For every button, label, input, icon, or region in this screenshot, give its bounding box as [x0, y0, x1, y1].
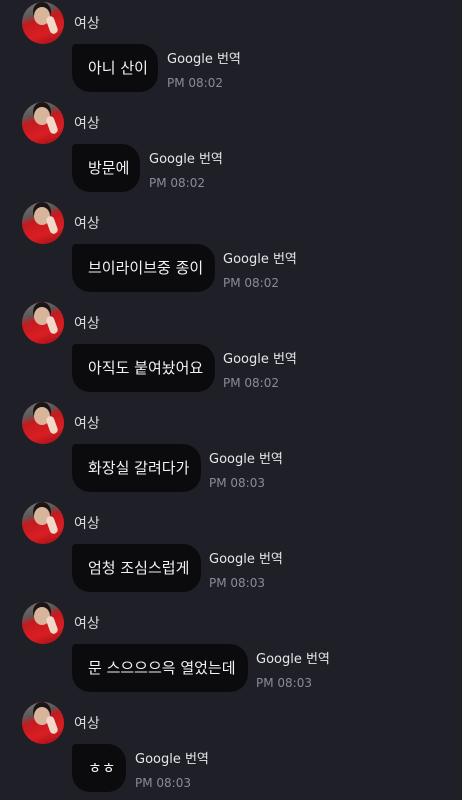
message-bubble[interactable]: ㅎㅎ [72, 744, 126, 792]
message-bubble[interactable]: 방문에 [72, 144, 140, 192]
google-translate-link[interactable]: Google 번역 [223, 248, 297, 267]
avatar[interactable] [22, 202, 64, 244]
sender-name: 여상 [74, 216, 100, 232]
message-bubble[interactable]: 문 스으으으윽 열었는데 [72, 644, 248, 692]
message-item: 여상 ㅎㅎ Google 번역 PM 08:03 [0, 700, 462, 800]
message-bubble[interactable]: 아니 산이 [72, 44, 158, 92]
sender-name: 여상 [74, 616, 100, 632]
message-bubble[interactable]: 화장실 갈려다가 [72, 444, 201, 492]
sender-name: 여상 [74, 516, 100, 532]
google-translate-link[interactable]: Google 번역 [135, 748, 209, 767]
sender-name: 여상 [74, 316, 100, 332]
message-bubble[interactable]: 엄청 조심스럽게 [72, 544, 201, 592]
google-translate-link[interactable]: Google 번역 [149, 148, 223, 167]
message-time: PM 08:02 [223, 276, 279, 290]
message-bubble[interactable]: 브이라이브중 종이 [72, 244, 215, 292]
google-translate-link[interactable]: Google 번역 [209, 548, 283, 567]
avatar[interactable] [22, 502, 64, 544]
message-item: 여상 브이라이브중 종이 Google 번역 PM 08:02 [0, 200, 462, 300]
message-item: 여상 아니 산이 Google 번역 PM 08:02 [0, 0, 462, 100]
google-translate-link[interactable]: Google 번역 [209, 448, 283, 467]
avatar[interactable] [22, 402, 64, 444]
message-item: 여상 아직도 붙여놨어요 Google 번역 PM 08:02 [0, 300, 462, 400]
google-translate-link[interactable]: Google 번역 [167, 48, 241, 67]
message-bubble[interactable]: 아직도 붙여놨어요 [72, 344, 215, 392]
google-translate-link[interactable]: Google 번역 [256, 648, 330, 667]
message-time: PM 08:02 [167, 76, 223, 90]
avatar[interactable] [22, 2, 64, 44]
message-item: 여상 방문에 Google 번역 PM 08:02 [0, 100, 462, 200]
message-time: PM 08:03 [135, 776, 191, 790]
message-time: PM 08:03 [209, 476, 265, 490]
sender-name: 여상 [74, 716, 100, 732]
message-time: PM 08:02 [223, 376, 279, 390]
message-time: PM 08:03 [256, 676, 312, 690]
sender-name: 여상 [74, 16, 100, 32]
message-item: 여상 문 스으으으윽 열었는데 Google 번역 PM 08:03 [0, 600, 462, 700]
message-time: PM 08:02 [149, 176, 205, 190]
message-time: PM 08:03 [209, 576, 265, 590]
avatar[interactable] [22, 302, 64, 344]
avatar[interactable] [22, 102, 64, 144]
chat-log: 여상 아니 산이 Google 번역 PM 08:02 여상 방문에 Googl… [0, 0, 462, 800]
avatar[interactable] [22, 702, 64, 744]
message-item: 여상 엄청 조심스럽게 Google 번역 PM 08:03 [0, 500, 462, 600]
sender-name: 여상 [74, 416, 100, 432]
google-translate-link[interactable]: Google 번역 [223, 348, 297, 367]
avatar[interactable] [22, 602, 64, 644]
sender-name: 여상 [74, 116, 100, 132]
message-item: 여상 화장실 갈려다가 Google 번역 PM 08:03 [0, 400, 462, 500]
